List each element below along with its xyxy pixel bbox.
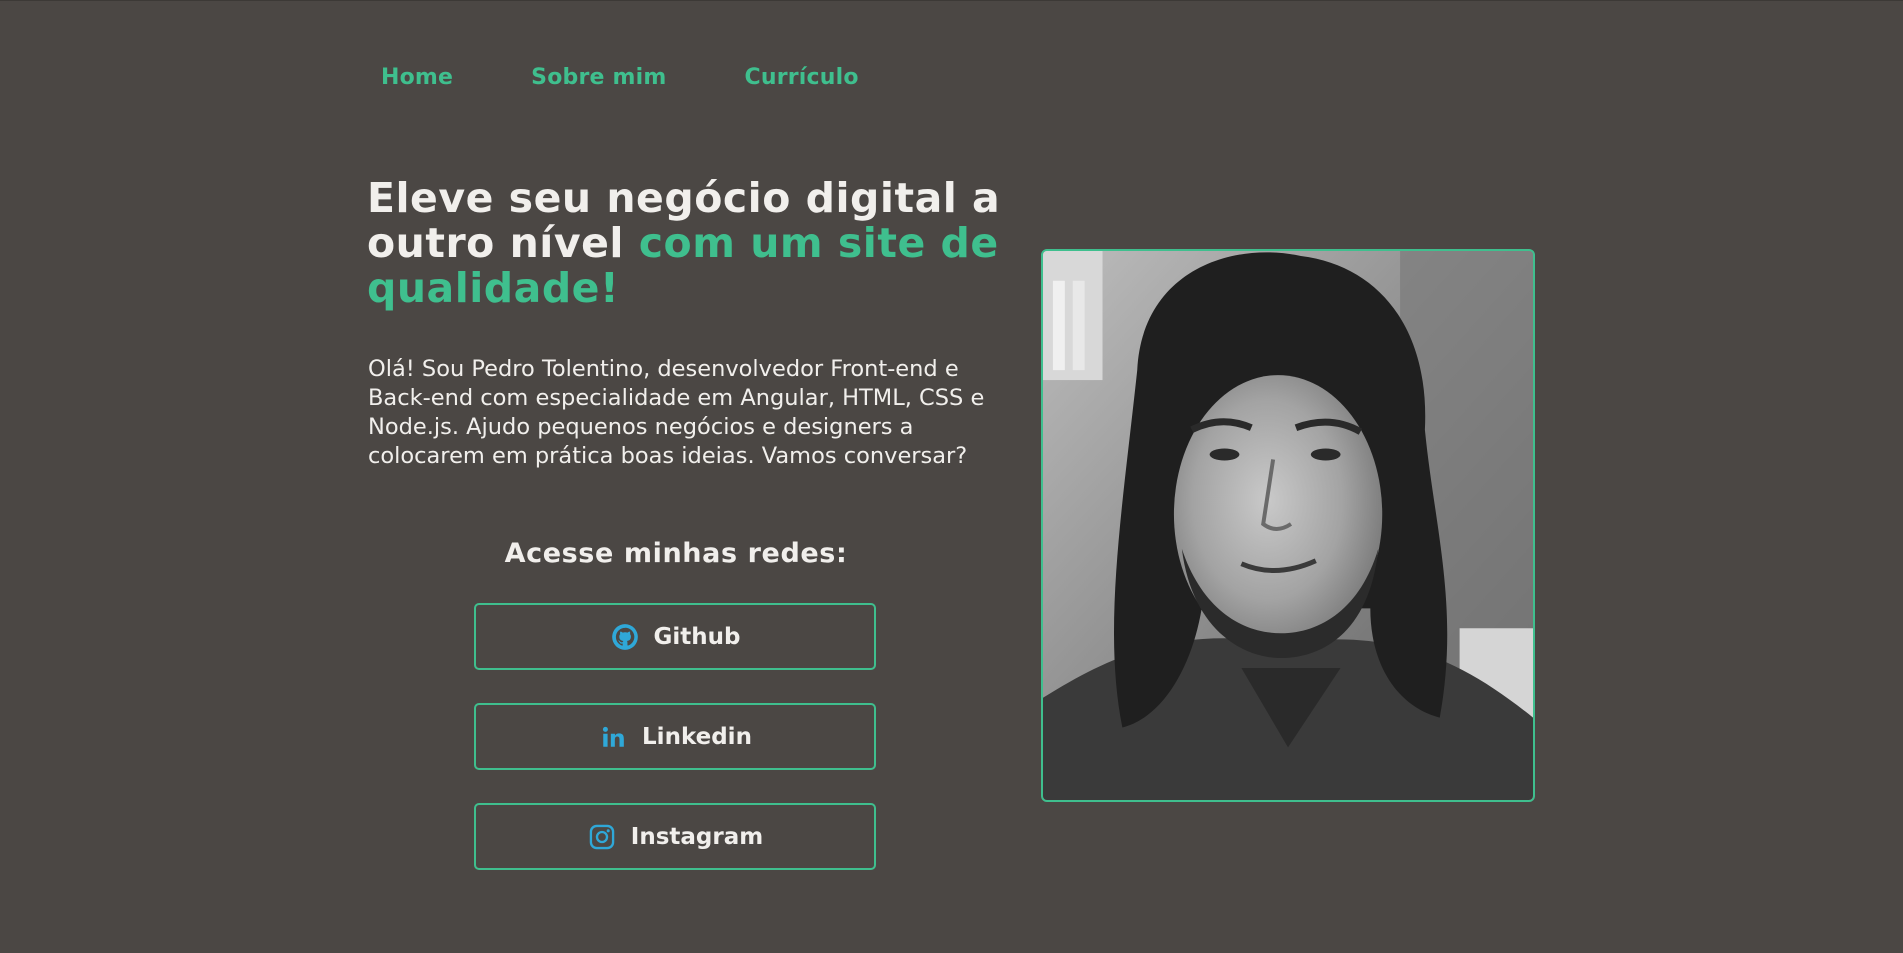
instagram-button[interactable]: Instagram [474, 803, 876, 870]
github-label: Github [653, 623, 741, 650]
page: Home Sobre mim Currículo Eleve seu negóc… [0, 0, 1903, 953]
top-nav: Home Sobre mim Currículo [381, 65, 937, 90]
nav-home-link[interactable]: Home [381, 65, 453, 90]
github-button[interactable]: Github [474, 603, 876, 670]
socials-title: Acesse minhas redes: [504, 538, 848, 569]
instagram-icon [587, 822, 617, 852]
linkedin-icon [598, 722, 628, 752]
profile-photo [1041, 249, 1535, 802]
instagram-label: Instagram [630, 823, 764, 850]
nav-resume-link[interactable]: Currículo [745, 65, 859, 90]
linkedin-button[interactable]: Linkedin [474, 703, 876, 770]
profile-photo-image [1043, 251, 1533, 800]
intro-text: Olá! Sou Pedro Tolentino, desenvolvedor … [368, 356, 985, 469]
github-icon [610, 622, 640, 652]
nav-about-link[interactable]: Sobre mim [531, 65, 666, 90]
linkedin-label: Linkedin [642, 723, 752, 750]
hero-title: Eleve seu negócio digital a outro nível … [367, 176, 1007, 311]
